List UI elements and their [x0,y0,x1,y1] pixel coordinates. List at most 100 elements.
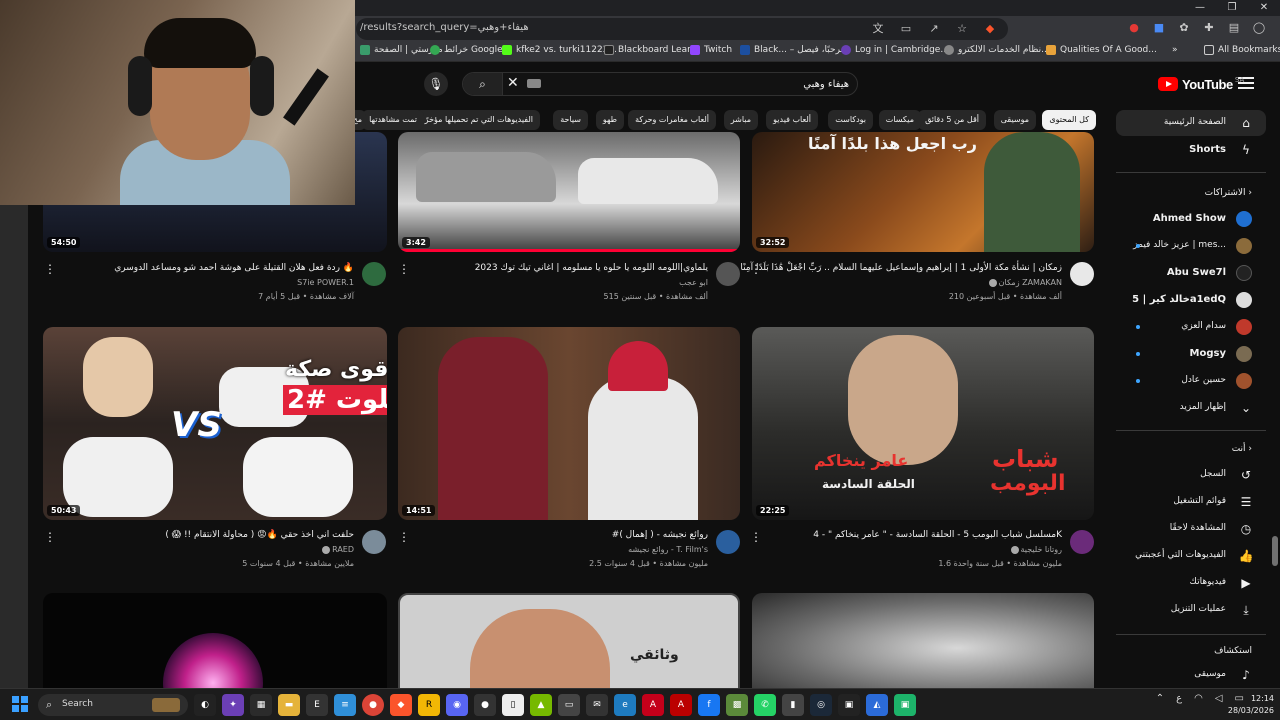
widgets-icon[interactable]: ◐ [194,694,216,716]
chip-all[interactable]: كل المحتوى [1042,110,1096,130]
chip-watched[interactable]: تمت مشاهدتها [362,110,424,130]
cast-icon[interactable]: ▭ [898,21,914,37]
sidebar-item-playlists[interactable]: ☰ قوائم التشغيل [1116,489,1266,515]
steam-icon[interactable]: ◎ [810,694,832,716]
bookmark-star-icon[interactable]: ☆ [954,21,970,37]
video-title[interactable]: حلفت اني اخذ حقي 🔥😡 ( محاولة الانتقام !!… [165,530,354,540]
folder-icon[interactable]: ▭ [558,694,580,716]
maximize-icon[interactable]: ❐ [1216,0,1248,16]
sidebar-item-subscription[interactable]: حسين عادل [1116,368,1266,394]
channel-name[interactable]: زمكان ZAMAKAN [987,278,1062,287]
notepad-icon[interactable]: ≡ [334,694,356,716]
video-title[interactable]: يلماوي|اللومه اللومه يا حلوه يا مسلومه |… [475,263,708,273]
file-explorer-icon[interactable]: ▬ [278,694,300,716]
translate-icon[interactable]: 文 [870,21,886,37]
bookmark-black[interactable]: Black... – مرحبًا، فيصل [740,45,845,55]
video-thumbnail[interactable]: وثائقي [398,593,740,688]
mail-icon[interactable]: ✉ [586,694,608,716]
close-icon[interactable]: ✕ [1248,0,1280,16]
bookmark-cambridge[interactable]: Log in | Cambridge... [841,45,949,55]
sidebar-item-subscription[interactable]: Abu Swe7l [1116,260,1266,286]
video-title[interactable]: #روائع نجيشه - ( إهمال ) [612,530,708,540]
more-options-icon[interactable]: ⋮ [44,262,56,276]
chip-under-5-min[interactable]: أقل من 5 دقائق [918,110,986,130]
store-icon[interactable]: ▦ [250,694,272,716]
bookmark-qualities[interactable]: Qualities Of A Good... [1046,45,1157,55]
search-input[interactable] [549,76,849,92]
keyboard-icon[interactable] [527,79,541,88]
chrome-icon[interactable]: ● [362,694,384,716]
bookmark-google-maps[interactable]: خرائط Google [430,45,503,55]
discord-icon[interactable]: ◉ [446,694,468,716]
channel-name[interactable]: روتانا خليجية [1009,545,1062,554]
translate-extension-icon[interactable]: ■ [1151,20,1167,36]
brave-icon[interactable]: ◆ [390,694,412,716]
video-title[interactable]: زمكان | نشأة مكة الأولى 1 | إبراهيم وإسم… [740,263,1062,273]
clock[interactable]: 12:14 28/03/2026 [1228,693,1274,717]
address-bar[interactable]: /results?search_query=هيفاء+وهبي 文 ▭ ↗ ☆… [356,18,1008,40]
sidebar-item-subscription[interactable]: خالد كير | 5a1edQ [1116,287,1266,313]
all-bookmarks[interactable]: All Bookmarks [1204,45,1280,55]
sidebar-item-shorts[interactable]: ϟ Shorts [1116,137,1266,163]
bookmark-services[interactable]: نظام الخدمات الالكترو... [944,45,1050,55]
whatsapp-icon[interactable]: ✆ [754,694,776,716]
language-indicator[interactable]: ع [1176,693,1182,704]
sidebar-item-subscription[interactable]: عزيز خالد فيمز | mes... [1116,233,1266,259]
more-options-icon[interactable]: ⋮ [398,530,410,544]
channel-avatar[interactable] [1070,262,1094,286]
facebook-icon[interactable]: f [698,694,720,716]
chip-music[interactable]: موسيقى [993,110,1036,130]
chip-cooking[interactable]: طهو [595,110,624,130]
taskbar-search[interactable]: ⌕ Search [38,694,188,716]
chip-travel[interactable]: سياحة [553,110,588,130]
you-header[interactable]: أنت › [1232,444,1252,454]
windows-start-icon[interactable] [12,696,28,712]
voice-search-icon[interactable]: 🎙 [424,72,448,96]
minimize-icon[interactable]: — [1184,0,1216,16]
github-icon[interactable]: ● [474,694,496,716]
sidebar-icon[interactable]: ▤ [1226,20,1242,36]
rockstar-icon[interactable]: R [418,694,440,716]
channel-avatar[interactable] [716,530,740,554]
video-title[interactable]: ردة فعل هلان القتيلة على هوشة احمد شو وم… [114,263,354,273]
sidebar-item-history[interactable]: ↺ السجل [1116,462,1266,488]
more-options-icon[interactable]: ⋮ [398,262,410,276]
bookmark-twitch[interactable]: Twitch [690,45,732,55]
puzzle-icon[interactable]: ✚ [1201,20,1217,36]
ps-remote-icon[interactable]: ◭ [866,694,888,716]
share-icon[interactable]: ↗ [926,21,942,37]
profile-icon[interactable]: ◯ [1251,20,1267,36]
sidebar-item-subscription[interactable]: Ahmed Show [1116,206,1266,232]
video-thumbnail[interactable] [43,593,387,688]
bookmark-kfke2[interactable]: kfke2 vs. turki11223... [502,45,617,55]
sidebar-item-show-more[interactable]: ⌄ إظهار المزيد [1116,395,1266,421]
video-thumbnail[interactable]: رب اجعل هذا بلدًا آمنًا 32:52 [752,132,1094,252]
channel-name[interactable]: ابو عجب [679,278,708,287]
chip-recently-uploaded[interactable]: الفيديوهات التي تم تحميلها مؤخرًا [415,110,540,130]
chip-live[interactable]: مباشر [723,110,758,130]
sidebar-item-subscription[interactable]: Mogsy [1116,341,1266,367]
channel-name[interactable]: روائع نجيشه - T. Film's [628,545,708,554]
chip-video-games[interactable]: ألعاب فيديو [766,110,818,130]
clear-search-icon[interactable]: ✕ [507,75,519,91]
chip-action-adventure[interactable]: ألعاب مغامرات وحركة [628,110,716,130]
video-title[interactable]: مسلسل شباب البومب 5 - الحلقة السادسة - "… [813,530,1062,540]
minecraft-icon[interactable]: ▩ [726,694,748,716]
video-thumbnail[interactable]: 14:51 [398,327,740,520]
scrollbar-thumb[interactable] [1272,536,1278,566]
channel-avatar[interactable] [362,530,386,554]
chip-podcasts[interactable]: بودكاست [828,110,873,130]
search-button[interactable]: ⌕ [463,73,503,95]
page-scrollbar[interactable] [1270,62,1280,688]
chip-mixes[interactable]: ميكسات [878,110,921,130]
file-icon[interactable]: ▯ [502,694,524,716]
app-icon[interactable]: ▣ [838,694,860,716]
tray-chevron-icon[interactable]: ⌃ [1156,693,1164,704]
sidebar-item-home[interactable]: ⌂ الصفحة الرئيسية [1116,110,1266,136]
address-text[interactable]: /results?search_query=هيفاء+وهبي [360,22,529,33]
channel-avatar[interactable] [1070,530,1094,554]
youtube-logo[interactable]: YouTube SA [1158,76,1244,92]
sidebar-item-music[interactable]: ♪ موسيقى [1116,662,1266,688]
wifi-icon[interactable]: ◠ [1194,693,1203,704]
adobe-icon[interactable]: A [642,694,664,716]
